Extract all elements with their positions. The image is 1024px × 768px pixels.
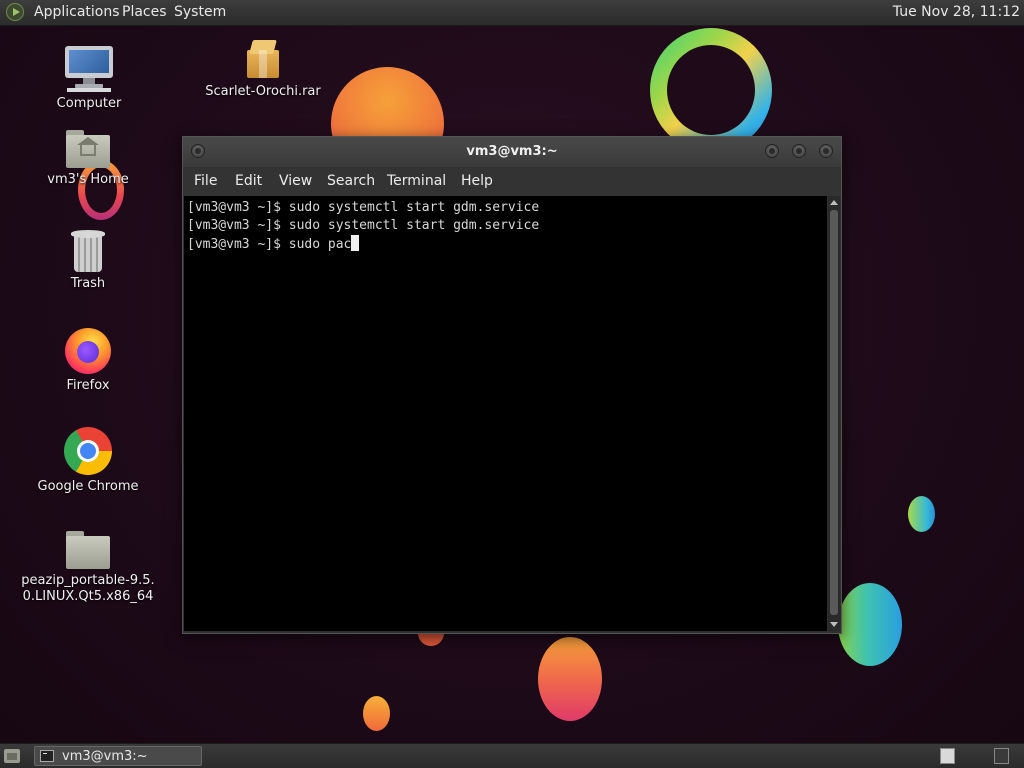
desktop-icon-scarlet-orochi[interactable]: Scarlet-Orochi.rar xyxy=(193,40,333,100)
terminal-titlebar[interactable]: vm3@vm3:~ xyxy=(183,137,841,167)
wallpaper-green-bubble-small xyxy=(908,496,935,532)
menu-help[interactable]: Help xyxy=(461,173,493,190)
trash-icon xyxy=(71,230,105,272)
menu-terminal[interactable]: Terminal xyxy=(387,173,446,190)
desktop-icon-label: Computer xyxy=(56,96,122,111)
bottom-panel: vm3@vm3:~ xyxy=(0,743,1024,768)
show-desktop-icon[interactable] xyxy=(4,749,20,763)
close-icon[interactable] xyxy=(819,144,833,158)
archive-icon xyxy=(245,40,281,80)
maximize-icon[interactable] xyxy=(792,144,806,158)
desktop-icon-firefox[interactable]: Firefox xyxy=(18,328,158,394)
desktop-icon-chrome[interactable]: Google Chrome xyxy=(18,427,158,495)
desktop-icon-home[interactable]: vm3's Home xyxy=(18,130,158,188)
desktop-icon-label: peazip_portable-9.5. 0.LINUX.Qt5.x86_64 xyxy=(21,573,155,604)
text-cursor xyxy=(351,235,360,251)
top-panel: Applications Places System Tue Nov 28, 1… xyxy=(0,0,1024,26)
desktop-icon-trash[interactable]: Trash xyxy=(18,230,158,292)
wallpaper-orange-bubble-small xyxy=(363,696,390,731)
system-menu[interactable]: System xyxy=(174,4,226,21)
panel-clock[interactable]: Tue Nov 28, 11:12 xyxy=(893,4,1020,21)
computer-icon xyxy=(65,46,113,92)
desktop-icon-label: vm3's Home xyxy=(47,172,129,187)
desktop-icon-peazip[interactable]: peazip_portable-9.5. 0.LINUX.Qt5.x86_64 xyxy=(18,531,158,605)
terminal-line: [vm3@vm3 ~]$ sudo systemctl start gdm.se… xyxy=(187,200,540,215)
desktop-icon-label: Trash xyxy=(70,276,106,291)
terminal-line: [vm3@vm3 ~]$ sudo systemctl start gdm.se… xyxy=(187,218,540,233)
scrollbar-thumb[interactable] xyxy=(830,210,838,615)
distro-logo-icon[interactable] xyxy=(6,3,24,21)
terminal-scrollbar[interactable] xyxy=(828,196,840,631)
taskbar-window-label: vm3@vm3:~ xyxy=(62,749,148,764)
menu-search[interactable]: Search xyxy=(327,173,375,190)
home-folder-icon xyxy=(66,130,110,168)
scroll-down-icon[interactable] xyxy=(830,622,838,627)
applications-menu[interactable]: Applications xyxy=(34,4,120,21)
terminal-input-text: [vm3@vm3 ~]$ sudo pac xyxy=(187,237,352,252)
terminal-title: vm3@vm3:~ xyxy=(466,144,558,159)
workspace-2-button[interactable] xyxy=(994,748,1009,764)
window-menu-icon[interactable] xyxy=(191,144,205,158)
workspace-1-button[interactable] xyxy=(940,748,955,764)
places-menu[interactable]: Places xyxy=(122,4,167,21)
chrome-icon xyxy=(64,427,112,475)
desktop-icon-label: Google Chrome xyxy=(37,479,139,494)
menu-view[interactable]: View xyxy=(279,173,312,190)
terminal-window[interactable]: vm3@vm3:~ File Edit View Search Terminal… xyxy=(182,136,842,634)
minimize-icon[interactable] xyxy=(765,144,779,158)
wallpaper-rainbow-ring xyxy=(650,28,772,152)
wallpaper-green-bubble-large xyxy=(838,583,902,666)
terminal-prompt-line: [vm3@vm3 ~]$ sudo pac xyxy=(187,235,827,254)
firefox-icon xyxy=(65,328,111,374)
menu-edit[interactable]: Edit xyxy=(235,173,262,190)
terminal-icon xyxy=(40,750,54,762)
folder-icon xyxy=(66,531,110,569)
desktop-icon-label: Scarlet-Orochi.rar xyxy=(205,84,321,99)
wallpaper-pink-bubble xyxy=(538,637,602,721)
desktop-icon-computer[interactable]: Computer xyxy=(19,46,159,112)
menu-file[interactable]: File xyxy=(194,173,217,190)
terminal-menubar: File Edit View Search Terminal Help xyxy=(183,167,841,196)
desktop-icon-label: Firefox xyxy=(66,378,110,393)
taskbar-terminal-button[interactable]: vm3@vm3:~ xyxy=(34,746,202,766)
terminal-output[interactable]: [vm3@vm3 ~]$ sudo systemctl start gdm.se… xyxy=(184,196,827,631)
scroll-up-icon[interactable] xyxy=(830,200,838,205)
